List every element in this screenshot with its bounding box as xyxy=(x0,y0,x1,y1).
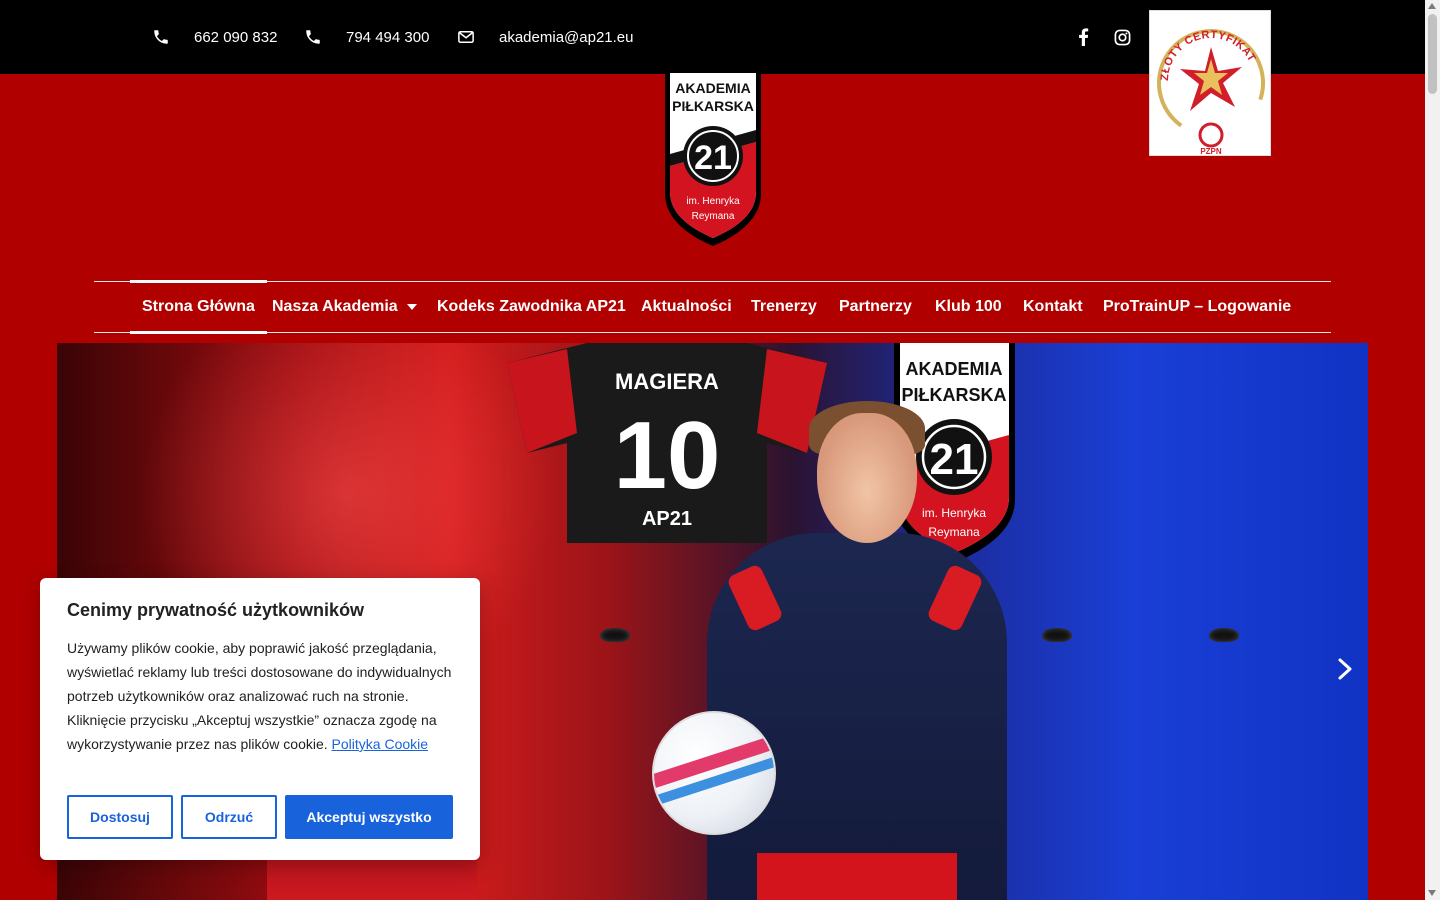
email-address[interactable]: akademia@ap21.eu xyxy=(499,29,634,46)
phone-contact-2[interactable]: 794 494 300 xyxy=(304,0,429,74)
slider-next-arrow-icon[interactable] xyxy=(1334,656,1356,682)
nav-label: Aktualności xyxy=(641,298,732,315)
nav-item-contact[interactable]: Kontakt xyxy=(1011,282,1095,332)
gold-certificate-badge[interactable]: ZŁOTY CERTYFIKAT PZPN xyxy=(1149,10,1271,156)
cookie-consent-banner: Cenimy prywatność użytkowników Używamy p… xyxy=(40,578,480,860)
coat-hook xyxy=(1042,628,1072,642)
page-scrollbar[interactable] xyxy=(1425,0,1440,900)
instagram-icon[interactable] xyxy=(1112,27,1132,47)
envelope-icon xyxy=(458,31,474,43)
nav-label: Kodeks Zawodnika AP21 xyxy=(437,298,626,315)
nav-label: Partnerzy xyxy=(839,298,912,315)
hero-crest-line1: AKADEMIA xyxy=(906,359,1003,379)
phone-number-2[interactable]: 794 494 300 xyxy=(346,29,429,46)
cookie-policy-link[interactable]: Polityka Cookie xyxy=(332,736,429,752)
coat-hook xyxy=(600,628,630,642)
hero-crest-number: 21 xyxy=(930,435,979,484)
nav-label: Strona Główna xyxy=(142,298,255,315)
accept-all-button[interactable]: Akceptuj wszystko xyxy=(285,795,453,839)
nav-item-our-academy[interactable]: Nasza Akademia xyxy=(260,282,429,332)
logo-line2: PIŁKARSKA xyxy=(672,98,754,114)
facebook-icon[interactable] xyxy=(1073,27,1093,47)
hero-crest-line3: im. Henryka xyxy=(922,506,986,520)
certificate-org: PZPN xyxy=(1200,147,1222,156)
nav-item-protrainup-login[interactable]: ProTrainUP – Logowanie xyxy=(1091,282,1303,332)
certificate-emblem: ZŁOTY CERTYFIKAT PZPN xyxy=(1157,29,1265,156)
nav-label: Kontakt xyxy=(1023,298,1083,315)
customize-button[interactable]: Dostosuj xyxy=(67,795,173,839)
hero-jersey-image: MAGIERA 10 AP21 xyxy=(507,343,827,543)
phone-number-1[interactable]: 662 090 832 xyxy=(194,29,277,46)
football-image xyxy=(652,711,776,835)
nav-item-news[interactable]: Aktualności xyxy=(629,282,744,332)
cookie-description: Używamy plików cookie, aby poprawić jako… xyxy=(67,636,459,756)
nav-item-partners[interactable]: Partnerzy xyxy=(827,282,924,332)
nav-item-code[interactable]: Kodeks Zawodnika AP21 xyxy=(425,282,638,332)
reject-button[interactable]: Odrzuć xyxy=(181,795,277,839)
phone-contact-1[interactable]: 662 090 832 xyxy=(152,0,277,74)
player-shorts xyxy=(757,853,957,900)
jersey-name: MAGIERA xyxy=(615,369,719,394)
logo-line4: Reymana xyxy=(692,211,735,222)
main-nav: Strona Główna Nasza Akademia Kodeks Zawo… xyxy=(94,280,1331,334)
player-face xyxy=(817,413,917,543)
coat-hook xyxy=(1209,628,1239,642)
hero-crest-line2: PIŁKARSKA xyxy=(901,385,1006,405)
nav-item-coaches[interactable]: Trenerzy xyxy=(739,282,829,332)
logo-number: 21 xyxy=(694,139,732,177)
nav-item-home[interactable]: Strona Główna xyxy=(130,280,267,334)
academy-logo[interactable]: AKADEMIA PIŁKARSKA 21 im. Henryka Reyman… xyxy=(662,66,764,248)
logo-line1: AKADEMIA xyxy=(675,80,750,96)
scroll-up-arrow-icon[interactable] xyxy=(1428,3,1436,9)
phone-icon xyxy=(306,30,320,44)
nav-label: Trenerzy xyxy=(751,298,817,315)
nav-label: Nasza Akademia xyxy=(272,298,398,315)
cookie-title: Cenimy prywatność użytkowników xyxy=(67,600,365,620)
nav-item-club100[interactable]: Klub 100 xyxy=(923,282,1014,332)
chevron-down-icon xyxy=(406,304,417,310)
jersey-number: 10 xyxy=(614,402,721,509)
jersey-sub: AP21 xyxy=(642,508,692,530)
logo-line3: im. Henryka xyxy=(686,196,740,207)
nav-label: Klub 100 xyxy=(935,298,1002,315)
nav-label: ProTrainUP – Logowanie xyxy=(1103,298,1292,315)
scrollbar-thumb[interactable] xyxy=(1428,14,1437,94)
hero-crest-line4: Reymana xyxy=(928,525,980,539)
scroll-down-arrow-icon[interactable] xyxy=(1428,890,1436,896)
email-contact[interactable]: akademia@ap21.eu xyxy=(457,0,634,74)
phone-icon xyxy=(154,30,168,44)
